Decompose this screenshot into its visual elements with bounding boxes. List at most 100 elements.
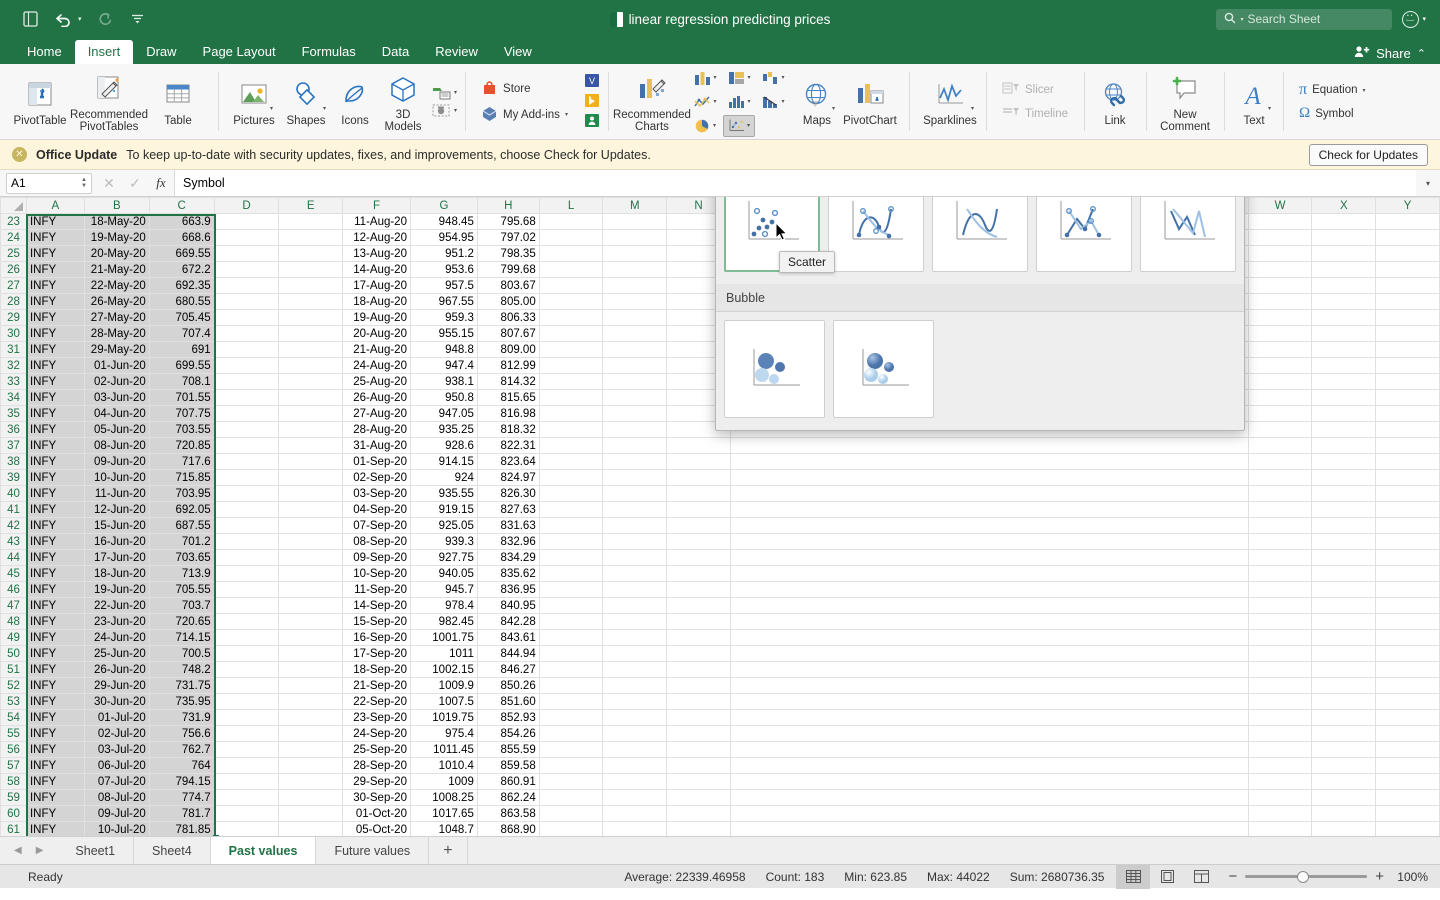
grid-cell-w33[interactable] [1247,373,1313,390]
grid-cell-m31[interactable] [602,341,668,358]
grid-cell-g41[interactable]: 919.15 [409,501,478,518]
grid-cell-a30[interactable]: INFY [25,325,85,342]
row-header[interactable]: 57 [0,757,27,774]
grid-cell-g29[interactable]: 959.3 [409,309,478,326]
grid-cell-h60[interactable]: 863.58 [476,805,540,822]
grid-cell-b23[interactable]: 18-May-20 [83,213,150,230]
sheet-view-icon[interactable] [20,9,40,29]
grid-cell-a60[interactable]: INFY [25,805,85,822]
grid-cell-d31[interactable] [213,341,280,358]
grid-cell-g57[interactable]: 1010.4 [409,757,478,774]
slicer-button[interactable]: Slicer [997,79,1073,101]
grid-cell-b46[interactable]: 19-Jun-20 [83,581,150,598]
name-box[interactable]: A1 ▲ ▼ [6,172,92,194]
grid-cell-c32[interactable]: 699.55 [148,357,215,374]
grid-cell-x23[interactable] [1311,213,1377,230]
grid-cell-d27[interactable] [213,277,280,294]
pie-chart-icon[interactable]: ▾ [689,115,721,137]
grid-cell-a31[interactable]: INFY [25,341,85,358]
grid-cell-f41[interactable]: 04-Sep-20 [342,501,411,518]
grid-cell-h34[interactable]: 815.65 [476,389,540,406]
grid-cell-l45[interactable] [538,565,604,582]
grid-cell-c46[interactable]: 705.55 [148,581,215,598]
grid-cell-h43[interactable]: 832.96 [476,533,540,550]
grid-cell-y49[interactable] [1375,629,1440,646]
grid-cell-e46[interactable] [278,581,344,598]
line-chart-dropdown-caret[interactable]: ▾ [713,98,716,105]
sparklines-button[interactable]: Sparklines [917,73,983,130]
row-header[interactable]: 51 [0,661,27,678]
grid-cell-c45[interactable]: 713.9 [148,565,215,582]
grid-cell-spacer[interactable] [729,485,1249,502]
grid-cell-b42[interactable]: 15-Jun-20 [83,517,150,534]
grid-cell-y33[interactable] [1375,373,1440,390]
grid-cell-w41[interactable] [1247,501,1313,518]
row-header[interactable]: 29 [0,309,27,326]
grid-cell-d30[interactable] [213,325,280,342]
grid-cell-y28[interactable] [1375,293,1440,310]
column-header-w[interactable]: W [1247,197,1313,214]
grid-cell-h51[interactable]: 846.27 [476,661,540,678]
grid-cell-l42[interactable] [538,517,604,534]
grid-cell-d23[interactable] [213,213,280,230]
smartart-dropdown-caret[interactable]: ▾ [454,89,457,96]
row-header[interactable]: 33 [0,373,27,390]
grid-cell-c48[interactable]: 720.65 [148,613,215,630]
grid-cell-c26[interactable]: 672.2 [148,261,215,278]
grid-cell-x51[interactable] [1311,661,1377,678]
share-label[interactable]: Share [1376,46,1411,61]
grid-cell-d44[interactable] [213,549,280,566]
grid-cell-c59[interactable]: 774.7 [148,789,215,806]
row-header[interactable]: 42 [0,517,27,534]
grid-cell-l48[interactable] [538,613,604,630]
grid-cell-a44[interactable]: INFY [25,549,85,566]
grid-cell-w48[interactable] [1247,613,1313,630]
grid-cell-g38[interactable]: 914.15 [409,453,478,470]
tab-data[interactable]: Data [369,40,422,64]
grid-cell-f30[interactable]: 20-Aug-20 [342,325,411,342]
grid-cell-w60[interactable] [1247,805,1313,822]
grid-cell-l32[interactable] [538,357,604,374]
grid-cell-c31[interactable]: 691 [148,341,215,358]
grid-cell-spacer[interactable] [729,821,1249,836]
grid-cell-a35[interactable]: INFY [25,405,85,422]
search-dropdown-caret[interactable]: ▾ [1240,16,1243,23]
grid-cell-x61[interactable] [1311,821,1377,836]
grid-cell-y52[interactable] [1375,677,1440,694]
row-header[interactable]: 26 [0,261,27,278]
grid-cell-f51[interactable]: 18-Sep-20 [342,661,411,678]
gallery-item-bubble-3d-effect[interactable] [833,320,934,418]
tab-draw[interactable]: Draw [133,40,189,64]
grid-cell-n39[interactable] [666,469,731,486]
grid-cell-g53[interactable]: 1007.5 [409,693,478,710]
grid-cell-m57[interactable] [602,757,668,774]
grid-cell-m42[interactable] [602,517,668,534]
grid-cell-g40[interactable]: 935.55 [409,485,478,502]
page-layout-view-icon[interactable] [1150,865,1184,889]
grid-cell-a37[interactable]: INFY [25,437,85,454]
row-header[interactable]: 52 [0,677,27,694]
grid-cell-n46[interactable] [666,581,731,598]
grid-cell-c29[interactable]: 705.45 [148,309,215,326]
grid-cell-d25[interactable] [213,245,280,262]
grid-cell-n47[interactable] [666,597,731,614]
grid-cell-spacer[interactable] [729,469,1249,486]
grid-cell-g42[interactable]: 925.05 [409,517,478,534]
grid-cell-b36[interactable]: 05-Jun-20 [83,421,150,438]
grid-cell-g37[interactable]: 928.6 [409,437,478,454]
grid-cell-f32[interactable]: 24-Aug-20 [342,357,411,374]
grid-cell-d29[interactable] [213,309,280,326]
grid-cell-y30[interactable] [1375,325,1440,342]
pie-chart-dropdown-caret[interactable]: ▾ [713,122,716,129]
grid-cell-x39[interactable] [1311,469,1377,486]
grid-cell-y41[interactable] [1375,501,1440,518]
grid-cell-x52[interactable] [1311,677,1377,694]
grid-cell-w42[interactable] [1247,517,1313,534]
grid-cell-w50[interactable] [1247,645,1313,662]
grid-cell-g55[interactable]: 975.4 [409,725,478,742]
grid-cell-g56[interactable]: 1011.45 [409,741,478,758]
grid-cell-y50[interactable] [1375,645,1440,662]
grid-cell-h59[interactable]: 862.24 [476,789,540,806]
grid-cell-b31[interactable]: 29-May-20 [83,341,150,358]
column-header-y[interactable]: Y [1375,197,1440,214]
